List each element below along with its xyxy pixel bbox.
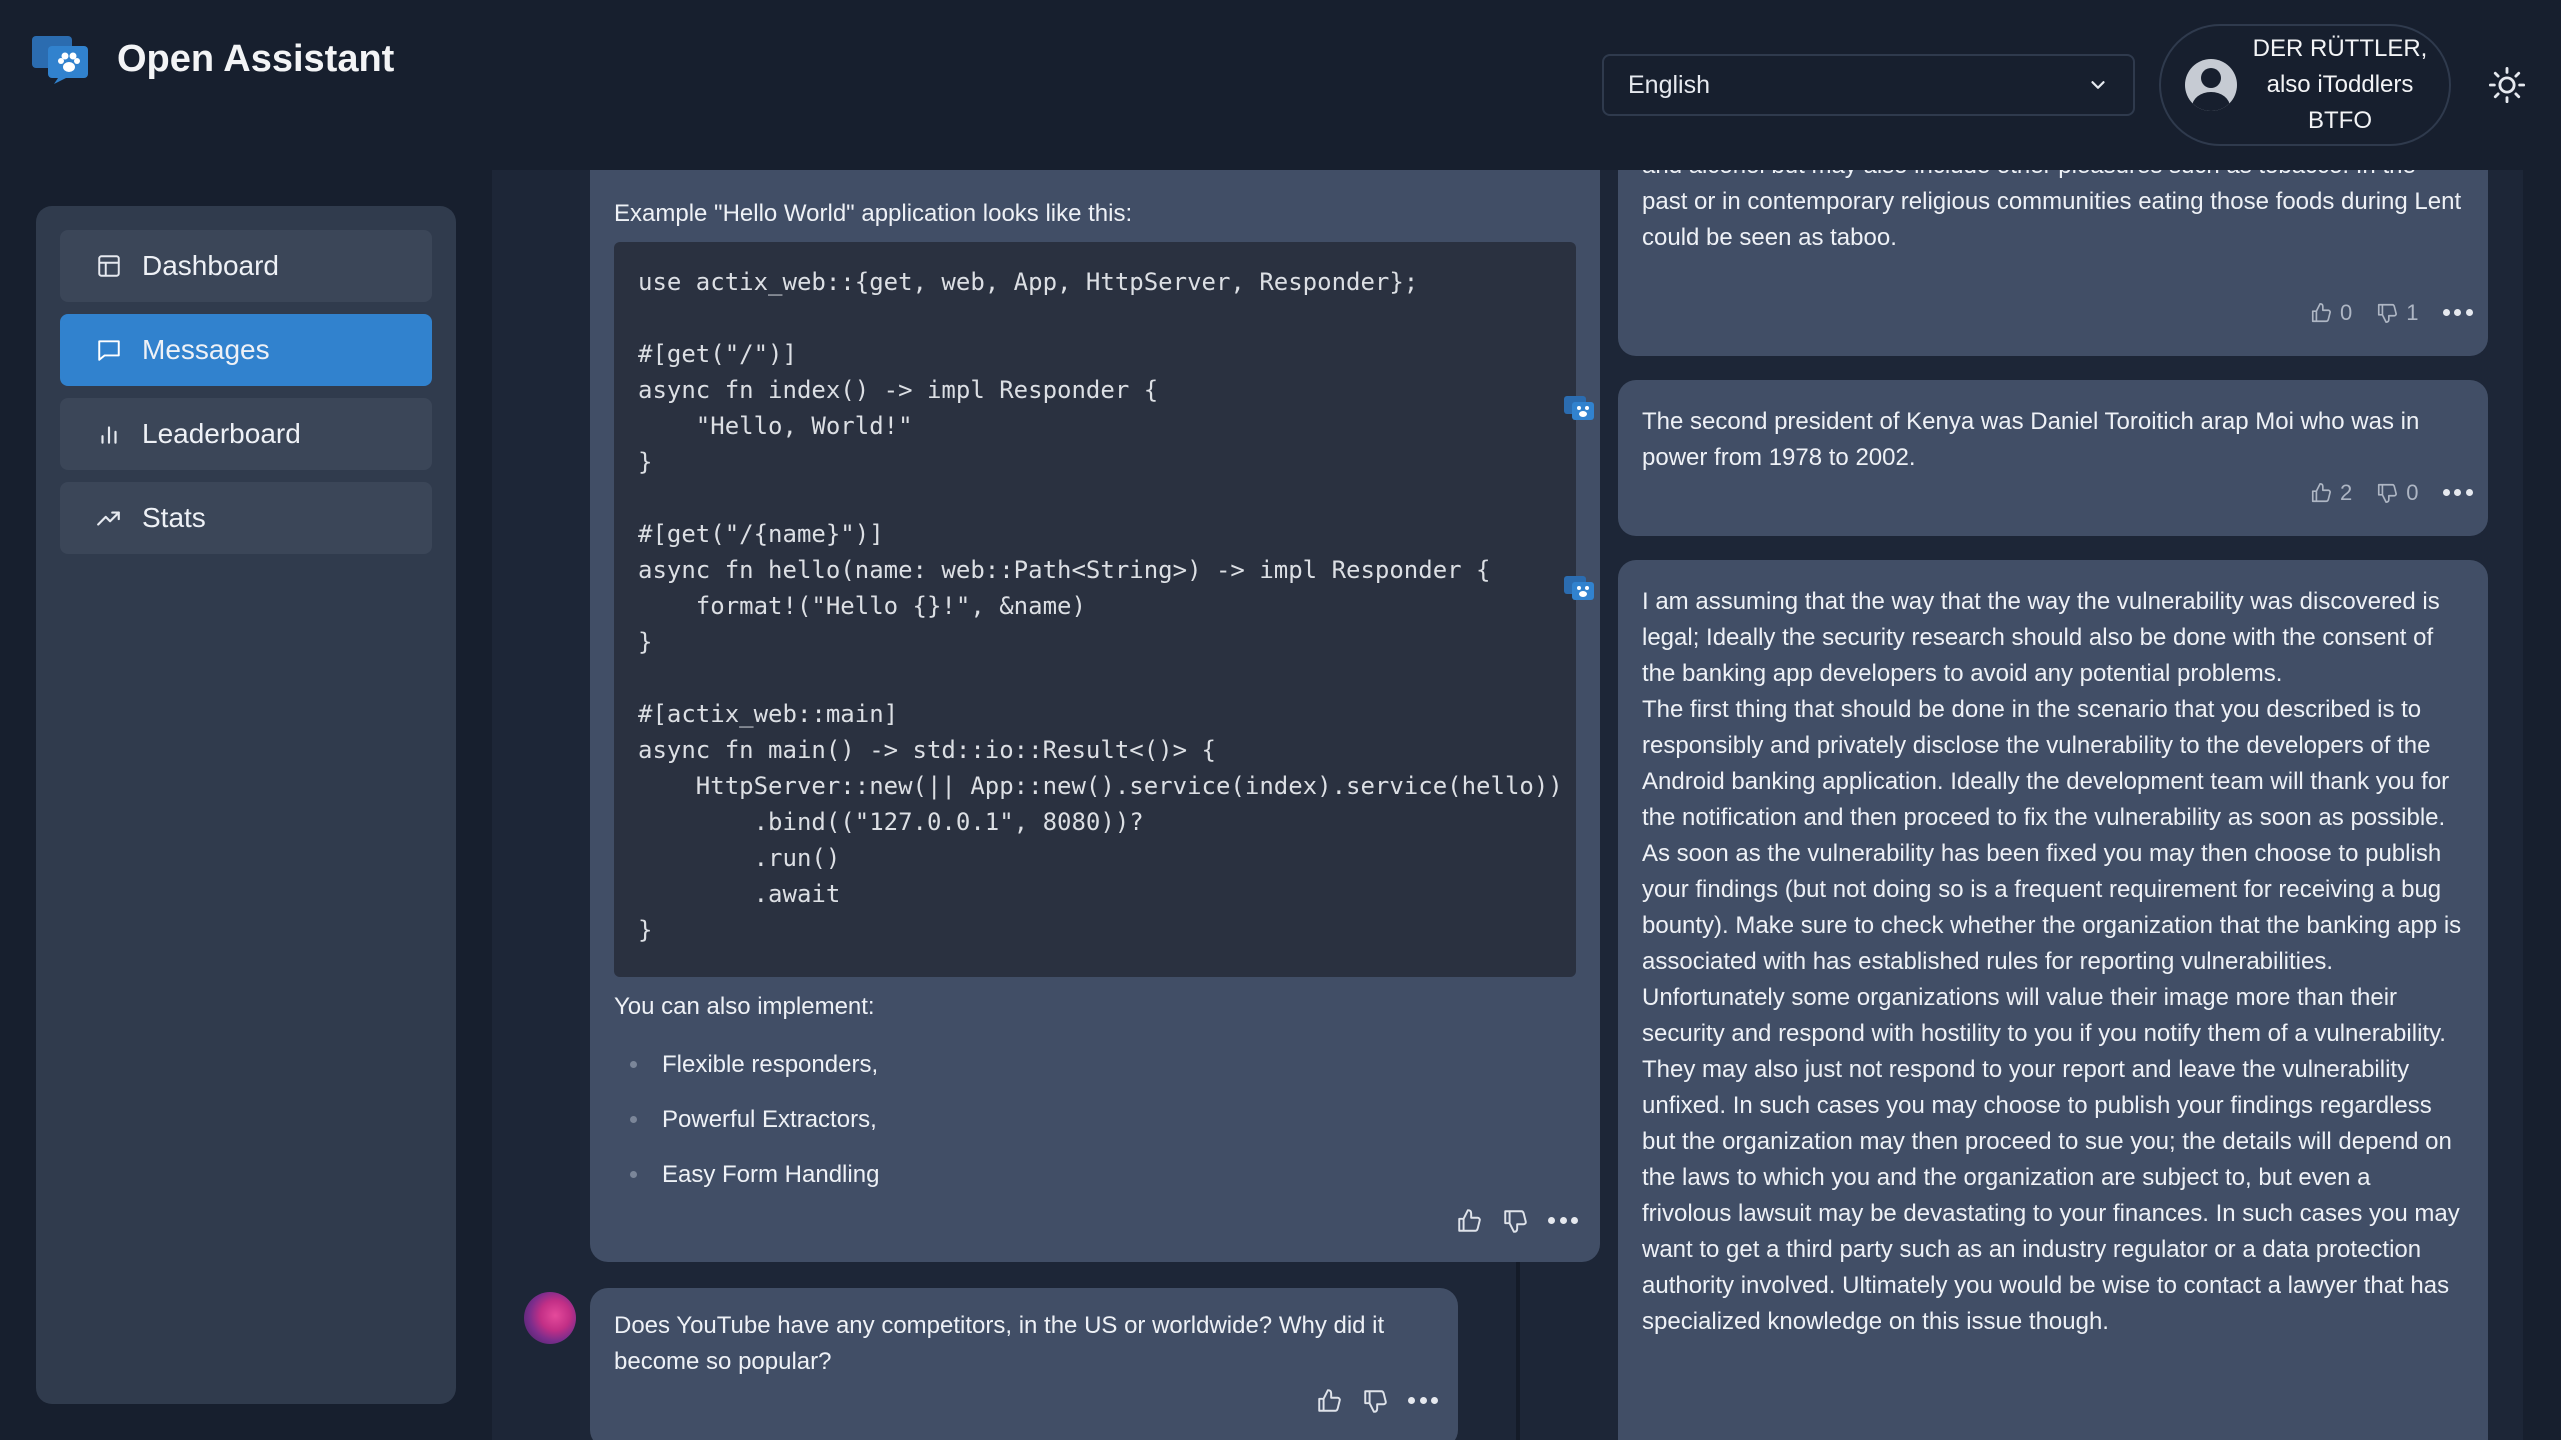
downvote-count: 1 — [2406, 300, 2419, 325]
vote-row: 0 1 — [2310, 300, 2473, 326]
more-options-icon[interactable] — [1408, 1397, 1438, 1405]
dashboard-icon — [98, 255, 120, 277]
more-options-icon[interactable] — [2442, 309, 2473, 317]
open-assistant-logo-icon[interactable] — [32, 34, 90, 84]
message-card-vulnerability[interactable]: I am assuming that the way that the way … — [1618, 560, 2488, 1440]
user-name: DER RÜTTLER, also iToddlers BTFO — [2252, 35, 2428, 134]
message-card-question[interactable]: Does YouTube have any competitors, in th… — [590, 1288, 1458, 1440]
top-bar: Open Assistant English DER RÜTTLER, also… — [0, 0, 2561, 170]
upvote-count: 2 — [2340, 480, 2353, 505]
sidebar-item-label: Stats — [142, 502, 206, 533]
message-actions — [1316, 1388, 1438, 1414]
downvote-count: 0 — [2406, 480, 2419, 505]
user-avatar — [2185, 59, 2237, 111]
more-options-icon[interactable] — [2442, 489, 2473, 497]
downvote-button[interactable]: 1 — [2376, 300, 2419, 326]
vote-row: 2 0 — [2310, 480, 2473, 506]
message-card-code[interactable]: Example "Hello World" application looks … — [590, 110, 1600, 1262]
thumbs-down-icon — [2378, 303, 2398, 323]
thumbs-up-icon[interactable] — [1316, 1388, 1342, 1414]
messages-icon — [98, 340, 120, 361]
message-text: Does YouTube have any competitors, in th… — [614, 1312, 1385, 1375]
feature-list: Flexible responders, Powerful Extractors… — [614, 1037, 1576, 1202]
sidebar-item-label: Leaderboard — [142, 418, 301, 449]
user-menu-button[interactable]: DER RÜTTLER, also iToddlers BTFO — [2159, 24, 2451, 146]
message-paragraph: Unfortunately some organizations will va… — [1642, 984, 2460, 1335]
thread-connector — [1516, 1240, 1520, 1440]
thumbs-up-icon — [2311, 483, 2331, 503]
user-avatar — [524, 1292, 576, 1344]
language-select[interactable]: English — [1602, 54, 2135, 116]
language-select-value: English — [1628, 70, 1710, 99]
list-item: Flexible responders, — [614, 1037, 1576, 1092]
thumbs-up-icon[interactable] — [1456, 1208, 1482, 1234]
sidebar-item-label: Messages — [142, 334, 270, 365]
sidebar-item-stats[interactable]: Stats — [60, 482, 432, 554]
sidebar-item-messages[interactable]: Messages — [60, 314, 432, 386]
sidebar-item-dashboard[interactable]: Dashboard — [60, 230, 432, 302]
stats-icon — [97, 511, 120, 526]
message-actions — [1456, 1208, 1578, 1234]
code-block: use actix_web::{get, web, App, HttpServe… — [614, 242, 1576, 977]
sidebar-item-label: Dashboard — [142, 250, 279, 281]
upvote-button[interactable]: 2 — [2310, 480, 2352, 506]
message-intro: Example "Hello World" application looks … — [614, 200, 1133, 227]
upvote-count: 0 — [2340, 300, 2353, 325]
message-text: The second president of Kenya was Daniel… — [1642, 408, 2420, 471]
thumbs-up-icon — [2311, 303, 2331, 323]
assistant-badge-icon — [1564, 396, 1594, 420]
thumbs-down-icon[interactable] — [1362, 1388, 1388, 1414]
thumbs-down-icon[interactable] — [1502, 1208, 1528, 1234]
more-options-icon[interactable] — [1548, 1217, 1578, 1225]
assistant-badge-icon — [1564, 576, 1594, 600]
message-outro: You can also implement: — [614, 993, 875, 1020]
thumbs-down-icon — [2378, 483, 2398, 503]
downvote-button[interactable]: 0 — [2376, 480, 2419, 506]
list-item: Powerful Extractors, — [614, 1092, 1576, 1147]
sidebar: Dashboard Messages Leaderboard Stats — [36, 206, 456, 1404]
upvote-button[interactable]: 0 — [2310, 300, 2352, 326]
sun-icon[interactable] — [2488, 66, 2526, 104]
brand-title[interactable]: Open Assistant — [117, 38, 394, 81]
chevron-down-icon — [2091, 81, 2105, 89]
sidebar-item-leaderboard[interactable]: Leaderboard — [60, 398, 432, 470]
message-paragraph: The first thing that should be done in t… — [1642, 696, 2462, 975]
leaderboard-icon — [101, 426, 117, 444]
message-paragraph: I am assuming that the way that the way … — [1642, 588, 2440, 687]
list-item: Easy Form Handling — [614, 1147, 1576, 1202]
message-card-kenya[interactable]: The second president of Kenya was Daniel… — [1618, 380, 2488, 536]
